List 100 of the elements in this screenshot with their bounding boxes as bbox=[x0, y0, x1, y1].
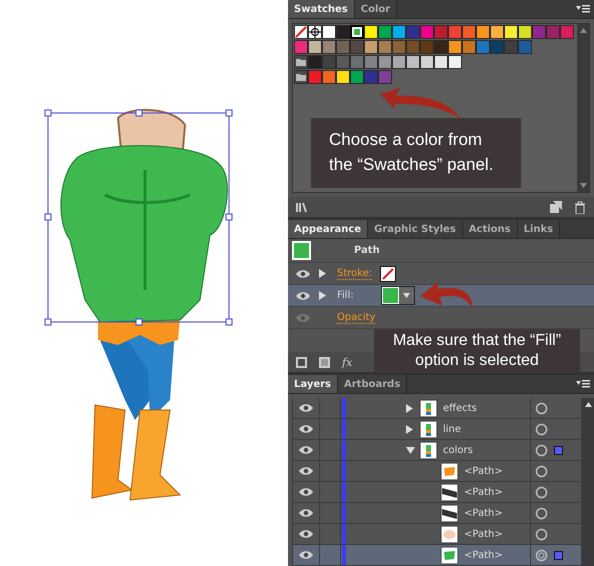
color-swatch[interactable] bbox=[420, 55, 434, 69]
target-icon[interactable] bbox=[535, 548, 548, 562]
color-swatch[interactable] bbox=[392, 40, 406, 54]
collapse-arrow-icon[interactable] bbox=[406, 446, 415, 454]
panel-tab[interactable]: Artboards bbox=[338, 375, 408, 393]
registration-swatch[interactable] bbox=[308, 25, 322, 39]
color-swatch[interactable] bbox=[378, 55, 392, 69]
target-icon[interactable] bbox=[535, 486, 548, 498]
layer-row[interactable]: colors bbox=[292, 440, 582, 461]
color-swatch[interactable] bbox=[364, 55, 378, 69]
color-swatch[interactable] bbox=[420, 25, 434, 39]
none-swatch[interactable] bbox=[294, 25, 308, 39]
color-swatch[interactable] bbox=[350, 25, 364, 39]
color-swatch[interactable] bbox=[434, 25, 448, 39]
color-swatch[interactable] bbox=[294, 40, 308, 54]
eye-icon[interactable] bbox=[295, 290, 311, 301]
color-swatch[interactable] bbox=[378, 40, 392, 54]
layer-row[interactable]: <Path> bbox=[292, 461, 582, 482]
color-swatch[interactable] bbox=[434, 40, 448, 54]
expand-arrow-icon[interactable] bbox=[406, 404, 413, 412]
eye-icon[interactable] bbox=[298, 508, 314, 518]
color-swatch[interactable] bbox=[476, 40, 490, 54]
color-swatch[interactable] bbox=[560, 25, 574, 39]
selection-box[interactable] bbox=[44, 110, 232, 326]
color-swatch[interactable] bbox=[322, 25, 336, 39]
color-swatch[interactable] bbox=[322, 55, 336, 69]
color-swatch[interactable] bbox=[308, 40, 322, 54]
target-icon[interactable] bbox=[535, 444, 548, 456]
target-icon[interactable] bbox=[535, 464, 548, 478]
color-swatch[interactable] bbox=[406, 40, 420, 54]
color-swatch[interactable] bbox=[364, 40, 378, 54]
new-swatch-icon[interactable] bbox=[550, 201, 562, 214]
expand-arrow-icon[interactable] bbox=[319, 291, 326, 300]
layer-name[interactable]: effects bbox=[443, 402, 530, 414]
layer-name[interactable]: <Path> bbox=[464, 486, 530, 498]
color-swatch[interactable] bbox=[322, 70, 336, 84]
expand-arrow-icon[interactable] bbox=[406, 424, 413, 434]
color-swatch[interactable] bbox=[462, 25, 476, 39]
scroll-down-icon[interactable] bbox=[580, 183, 586, 188]
scroll-up-icon[interactable] bbox=[584, 402, 592, 407]
color-swatch[interactable] bbox=[406, 55, 420, 69]
layer-row[interactable]: <Path> bbox=[292, 503, 582, 524]
color-swatch[interactable] bbox=[322, 40, 336, 54]
eye-icon[interactable] bbox=[298, 466, 314, 476]
target-icon[interactable] bbox=[535, 506, 548, 520]
color-swatch[interactable] bbox=[308, 70, 322, 84]
eye-icon[interactable] bbox=[298, 403, 314, 413]
layer-name[interactable]: line bbox=[443, 424, 530, 434]
color-swatch[interactable] bbox=[448, 40, 462, 54]
target-icon[interactable] bbox=[535, 422, 548, 436]
color-swatch[interactable] bbox=[350, 70, 364, 84]
folder-icon[interactable] bbox=[294, 55, 308, 69]
color-swatch[interactable] bbox=[434, 55, 448, 69]
color-swatch[interactable] bbox=[490, 25, 504, 39]
eye-icon[interactable] bbox=[298, 550, 314, 560]
color-swatch[interactable] bbox=[336, 40, 350, 54]
color-swatch[interactable] bbox=[448, 55, 462, 69]
attribute-label[interactable]: Fill: bbox=[337, 290, 373, 302]
color-swatch[interactable] bbox=[378, 70, 392, 84]
color-swatch[interactable] bbox=[490, 40, 504, 54]
eye-icon[interactable] bbox=[295, 268, 311, 279]
panel-tab[interactable]: Swatches bbox=[288, 0, 355, 18]
color-swatch[interactable] bbox=[518, 40, 532, 54]
add-fill-icon[interactable] bbox=[319, 356, 330, 368]
layer-name[interactable]: <Path> bbox=[464, 508, 530, 518]
panel-tab[interactable]: Appearance bbox=[288, 220, 368, 238]
selection-indicator[interactable] bbox=[554, 550, 563, 560]
layer-name[interactable]: <Path> bbox=[464, 550, 530, 560]
color-swatch[interactable] bbox=[350, 40, 364, 54]
eye-icon[interactable] bbox=[298, 487, 314, 497]
color-swatch[interactable] bbox=[462, 40, 476, 54]
color-swatch[interactable] bbox=[336, 70, 350, 84]
layer-row[interactable]: effects bbox=[292, 398, 582, 419]
color-swatch[interactable] bbox=[336, 55, 350, 69]
color-swatch[interactable] bbox=[448, 25, 462, 39]
color-swatch[interactable] bbox=[504, 25, 518, 39]
layer-name[interactable]: <Path> bbox=[464, 466, 530, 476]
panel-tab[interactable]: Graphic Styles bbox=[368, 220, 463, 238]
layer-row[interactable]: <Path> bbox=[292, 482, 582, 503]
add-stroke-icon[interactable] bbox=[296, 356, 307, 368]
color-swatch[interactable] bbox=[518, 25, 532, 39]
panel-menu-icon[interactable] bbox=[576, 5, 590, 13]
layer-name[interactable]: <Path> bbox=[464, 528, 530, 540]
layer-name[interactable]: colors bbox=[443, 444, 530, 456]
color-swatch[interactable] bbox=[350, 55, 364, 69]
color-swatch[interactable] bbox=[476, 25, 490, 39]
layer-row[interactable]: line bbox=[292, 419, 582, 440]
color-swatch[interactable] bbox=[336, 25, 350, 39]
fill-color-dropdown[interactable] bbox=[381, 286, 415, 306]
color-swatch[interactable] bbox=[406, 25, 420, 39]
color-swatch[interactable] bbox=[378, 25, 392, 39]
color-swatch[interactable] bbox=[308, 55, 322, 69]
expand-arrow-icon[interactable] bbox=[319, 269, 326, 278]
target-icon[interactable] bbox=[535, 402, 548, 414]
color-swatch[interactable] bbox=[364, 70, 378, 84]
effects-button[interactable]: fx bbox=[342, 356, 352, 368]
panel-tab[interactable]: Color bbox=[354, 0, 398, 18]
color-swatch[interactable] bbox=[420, 40, 434, 54]
eye-icon[interactable] bbox=[298, 445, 314, 455]
trash-icon[interactable] bbox=[574, 200, 586, 214]
